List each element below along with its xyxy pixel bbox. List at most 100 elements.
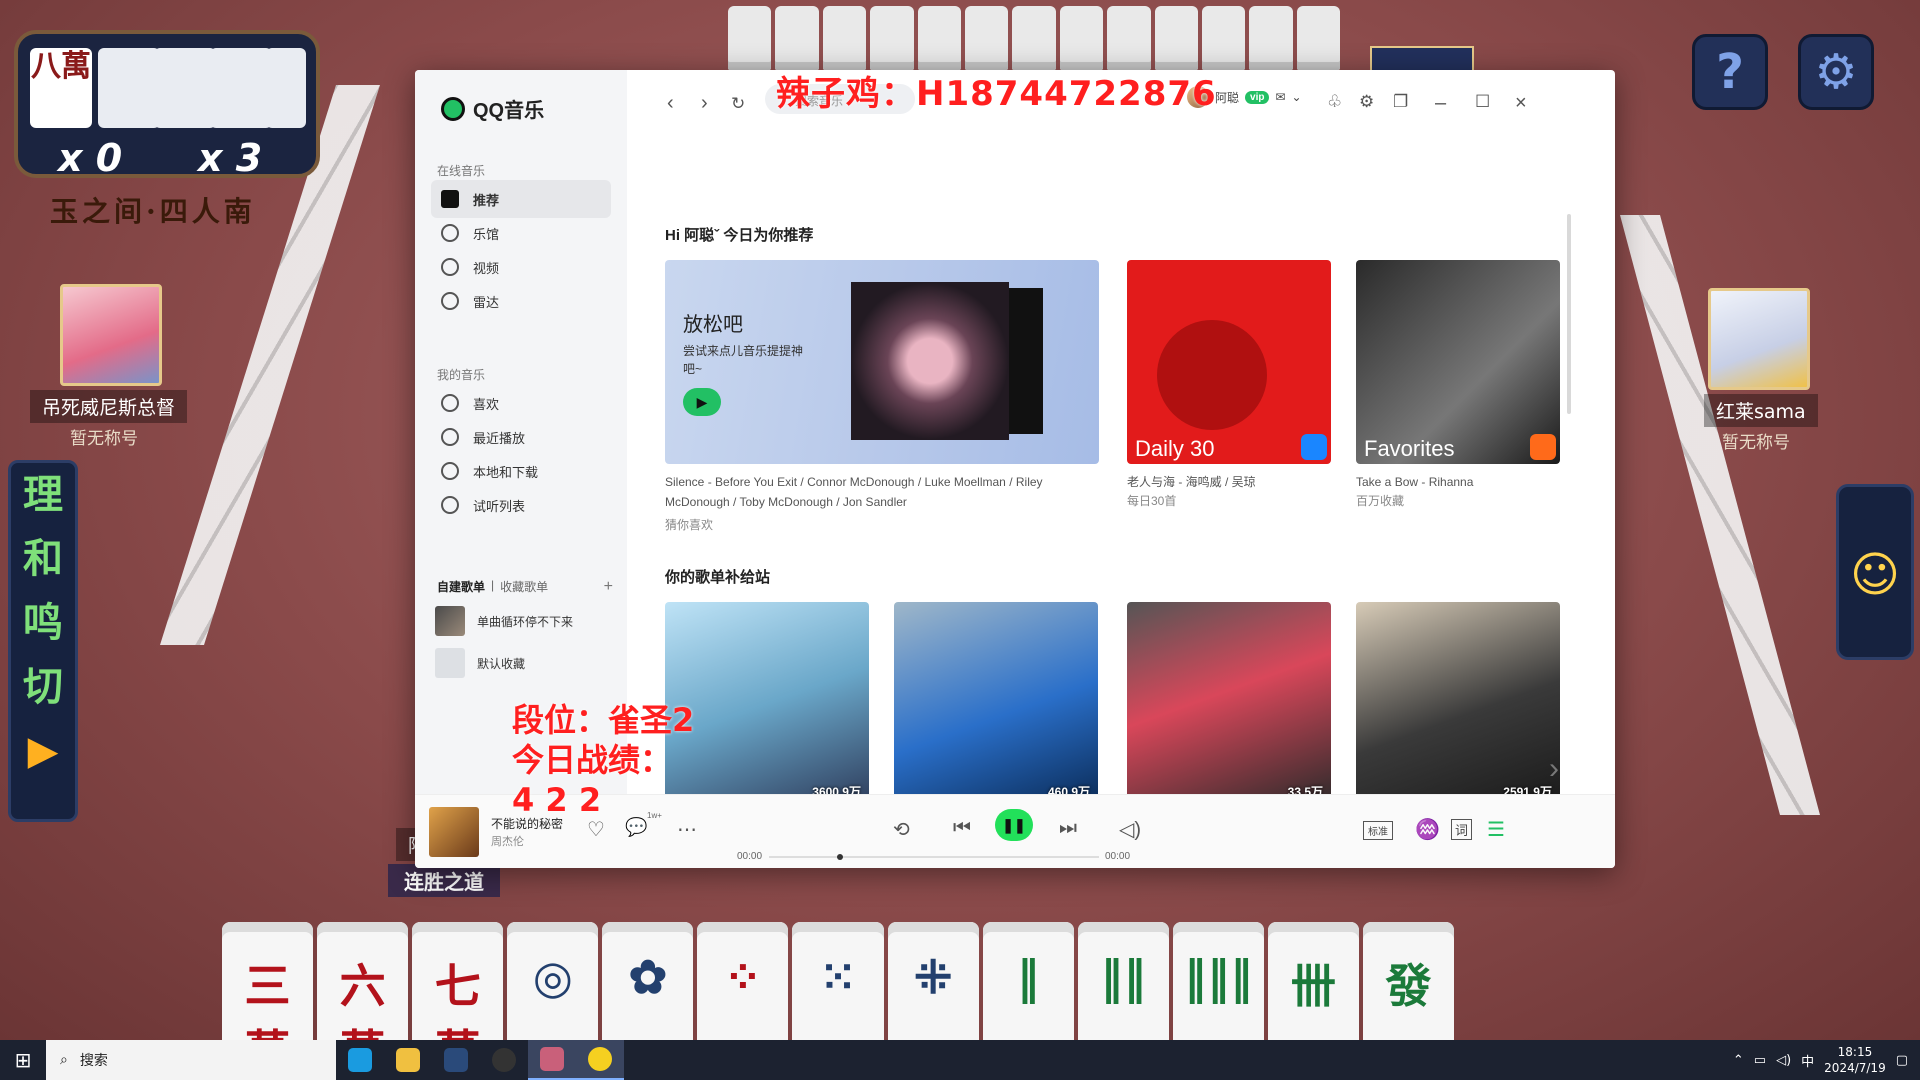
play-count: 460.9万 bbox=[1047, 785, 1090, 794]
sidebar-playlist-loop[interactable]: 单曲循环停不下来 bbox=[435, 606, 573, 636]
windows-start-icon[interactable]: ⊞ bbox=[0, 1048, 46, 1072]
hand-tile[interactable]: ◎ bbox=[507, 922, 599, 1040]
hand-tile[interactable]: ⁘ bbox=[697, 922, 789, 1040]
quality-button[interactable]: 标准 bbox=[1363, 821, 1393, 840]
action-skip[interactable]: 切 bbox=[11, 655, 75, 719]
progress-slider[interactable] bbox=[769, 854, 1099, 860]
playlist-card[interactable]: 460.9万 bbox=[894, 602, 1098, 794]
qq-music-taskbar-icon[interactable] bbox=[576, 1040, 624, 1080]
next-icon[interactable]: ⏭ bbox=[1059, 817, 1077, 840]
sidebar-mine-item-3[interactable]: 试听列表 bbox=[431, 486, 611, 524]
chevron-right-icon[interactable]: › bbox=[1549, 752, 1559, 786]
hand-tile[interactable]: ⁙ bbox=[792, 922, 884, 1040]
close-icon[interactable]: × bbox=[1515, 92, 1527, 115]
hand-tile[interactable]: 七萬 bbox=[412, 922, 504, 1040]
tab-collected-playlists[interactable]: 收藏歌单 bbox=[500, 578, 548, 596]
left-player-avatar[interactable] bbox=[60, 284, 162, 386]
hand-tile[interactable]: 發 bbox=[1362, 922, 1455, 1040]
mahjong-app-icon[interactable] bbox=[528, 1040, 576, 1080]
hidden-tile bbox=[266, 48, 306, 128]
card-title: Take a Bow - Rihanna bbox=[1356, 475, 1474, 489]
sound-effect-icon[interactable]: ♒ bbox=[1415, 817, 1440, 842]
recommend-page: Hi 阿聪ˇ 今日为你推荐 放松吧 尝试来点儿音乐提提神吧~ ▶ Silence… bbox=[627, 140, 1587, 794]
chevron-down-icon[interactable]: ⌄ bbox=[1292, 90, 1302, 104]
file-explorer-icon[interactable] bbox=[384, 1040, 432, 1080]
sidebar-playlist-default[interactable]: 默认收藏 bbox=[435, 648, 525, 678]
expand-arrow-icon[interactable]: ▶ bbox=[11, 719, 75, 783]
add-playlist-icon[interactable]: + bbox=[604, 578, 613, 596]
card-tag: Daily 30 bbox=[1135, 436, 1215, 461]
daily30-card[interactable]: Daily 30 bbox=[1127, 260, 1331, 464]
hand-tile[interactable]: 卌 bbox=[1267, 922, 1359, 1040]
app-name: QQ音乐 bbox=[473, 100, 545, 122]
more-icon[interactable]: ⋯ bbox=[677, 817, 697, 842]
volume-tray-icon[interactable]: ◁) bbox=[1776, 1053, 1791, 1068]
clock[interactable]: 18:15 2024/7/19 bbox=[1824, 1044, 1886, 1076]
banner-sub: 猜你喜欢 bbox=[665, 518, 714, 532]
hidden-tile bbox=[98, 48, 160, 128]
taskbar: ⊞ ⌕ 搜索 ⌃ ▭ ◁) 中 18:15 2024/7/19 ▢ bbox=[0, 1040, 1920, 1080]
pause-button[interactable]: ❚❚ bbox=[995, 809, 1033, 841]
like-heart-icon[interactable]: ♡ bbox=[587, 817, 605, 842]
sidebar-mine-item-1[interactable]: 最近播放 bbox=[431, 418, 611, 456]
favorites-card[interactable]: Favorites bbox=[1356, 260, 1560, 464]
playlist-card[interactable]: 2591.9万 bbox=[1356, 602, 1560, 794]
hand-tile[interactable]: ✿ bbox=[602, 922, 694, 1040]
action-sort[interactable]: 理 bbox=[11, 463, 75, 527]
skin-icon[interactable]: ♧ bbox=[1327, 92, 1342, 112]
minimize-icon[interactable]: – bbox=[1435, 92, 1446, 115]
network-icon[interactable]: ▭ bbox=[1754, 1053, 1766, 1068]
hand-tile[interactable]: ‖‖‖ bbox=[1172, 922, 1264, 1040]
comment-icon[interactable]: 💬 bbox=[625, 817, 647, 838]
maximize-icon[interactable]: ☐ bbox=[1475, 92, 1490, 112]
sidebar-item-1[interactable]: 乐馆 bbox=[431, 214, 611, 252]
repeat-icon[interactable]: ⟲ bbox=[893, 817, 910, 842]
lyrics-button[interactable]: 词 bbox=[1451, 819, 1473, 840]
banner-desc: 尝试来点儿音乐提提神吧~ bbox=[683, 344, 804, 376]
relax-banner[interactable]: 放松吧 尝试来点儿音乐提提神吧~ ▶ bbox=[665, 260, 1099, 464]
sidebar-item-0[interactable]: 推荐 bbox=[431, 180, 611, 218]
play-count: 3600.9万 bbox=[812, 785, 861, 794]
volume-icon[interactable]: ◁) bbox=[1119, 817, 1141, 842]
refresh-icon[interactable]: ↻ bbox=[731, 94, 745, 114]
settings-gear-icon[interactable]: ⚙ bbox=[1798, 34, 1874, 110]
sidebar-mine-item-2[interactable]: 本地和下载 bbox=[431, 452, 611, 490]
song-artist[interactable]: 周杰伦 bbox=[491, 833, 524, 849]
back-arrow-icon[interactable]: ‹ bbox=[667, 92, 674, 115]
now-playing-cover[interactable] bbox=[429, 807, 479, 857]
sidebar-item-2[interactable]: 视频 bbox=[431, 248, 611, 286]
settings-icon[interactable]: ⚙ bbox=[1359, 92, 1374, 112]
chevron-up-icon[interactable]: ⌃ bbox=[1733, 1053, 1744, 1068]
action-win[interactable]: 和 bbox=[11, 527, 75, 591]
sidebar-item-label: 试听列表 bbox=[473, 498, 526, 514]
sidebar-item-3[interactable]: 雷达 bbox=[431, 282, 611, 320]
playlist-card[interactable]: 33.5万 bbox=[1127, 602, 1331, 794]
action-call[interactable]: 鸣 bbox=[11, 591, 75, 655]
tab-created-playlists[interactable]: 自建歌单 bbox=[437, 578, 485, 596]
playlist-card[interactable]: 3600.9万 bbox=[665, 602, 869, 794]
edge-icon[interactable] bbox=[336, 1040, 384, 1080]
sidebar-mine-item-0[interactable]: 喜欢 bbox=[431, 384, 611, 422]
hand-tile[interactable]: ‖ bbox=[982, 922, 1074, 1040]
hand-tile[interactable]: 六萬 bbox=[317, 922, 409, 1040]
right-player-avatar[interactable] bbox=[1708, 288, 1810, 390]
dora-indicator-tile: 八萬 bbox=[30, 48, 92, 128]
ime-indicator[interactable]: 中 bbox=[1801, 1051, 1814, 1070]
forward-arrow-icon[interactable]: › bbox=[701, 92, 708, 115]
mail-icon[interactable]: ✉ bbox=[1275, 90, 1285, 104]
help-icon[interactable]: ? bbox=[1692, 34, 1768, 110]
playlist-queue-icon[interactable]: ☰ bbox=[1487, 817, 1505, 842]
hand-tile[interactable]: ‖‖ bbox=[1077, 922, 1169, 1040]
emoji-icon[interactable]: ☺ bbox=[1836, 484, 1914, 660]
steam-icon[interactable] bbox=[432, 1040, 480, 1080]
play-icon[interactable]: ▶ bbox=[683, 388, 721, 416]
obs-icon[interactable] bbox=[480, 1040, 528, 1080]
previous-icon[interactable]: ⏮ bbox=[953, 817, 971, 840]
notification-icon[interactable]: ▢ bbox=[1896, 1053, 1908, 1068]
hand-tile[interactable]: ⁜ bbox=[887, 922, 979, 1040]
scrollbar[interactable] bbox=[1567, 214, 1571, 414]
mini-mode-icon[interactable]: ❐ bbox=[1393, 92, 1408, 112]
hand-tile[interactable]: 三萬 bbox=[222, 922, 314, 1040]
card-tag: Favorites bbox=[1364, 436, 1455, 461]
taskbar-search[interactable]: ⌕ 搜索 bbox=[46, 1040, 336, 1080]
